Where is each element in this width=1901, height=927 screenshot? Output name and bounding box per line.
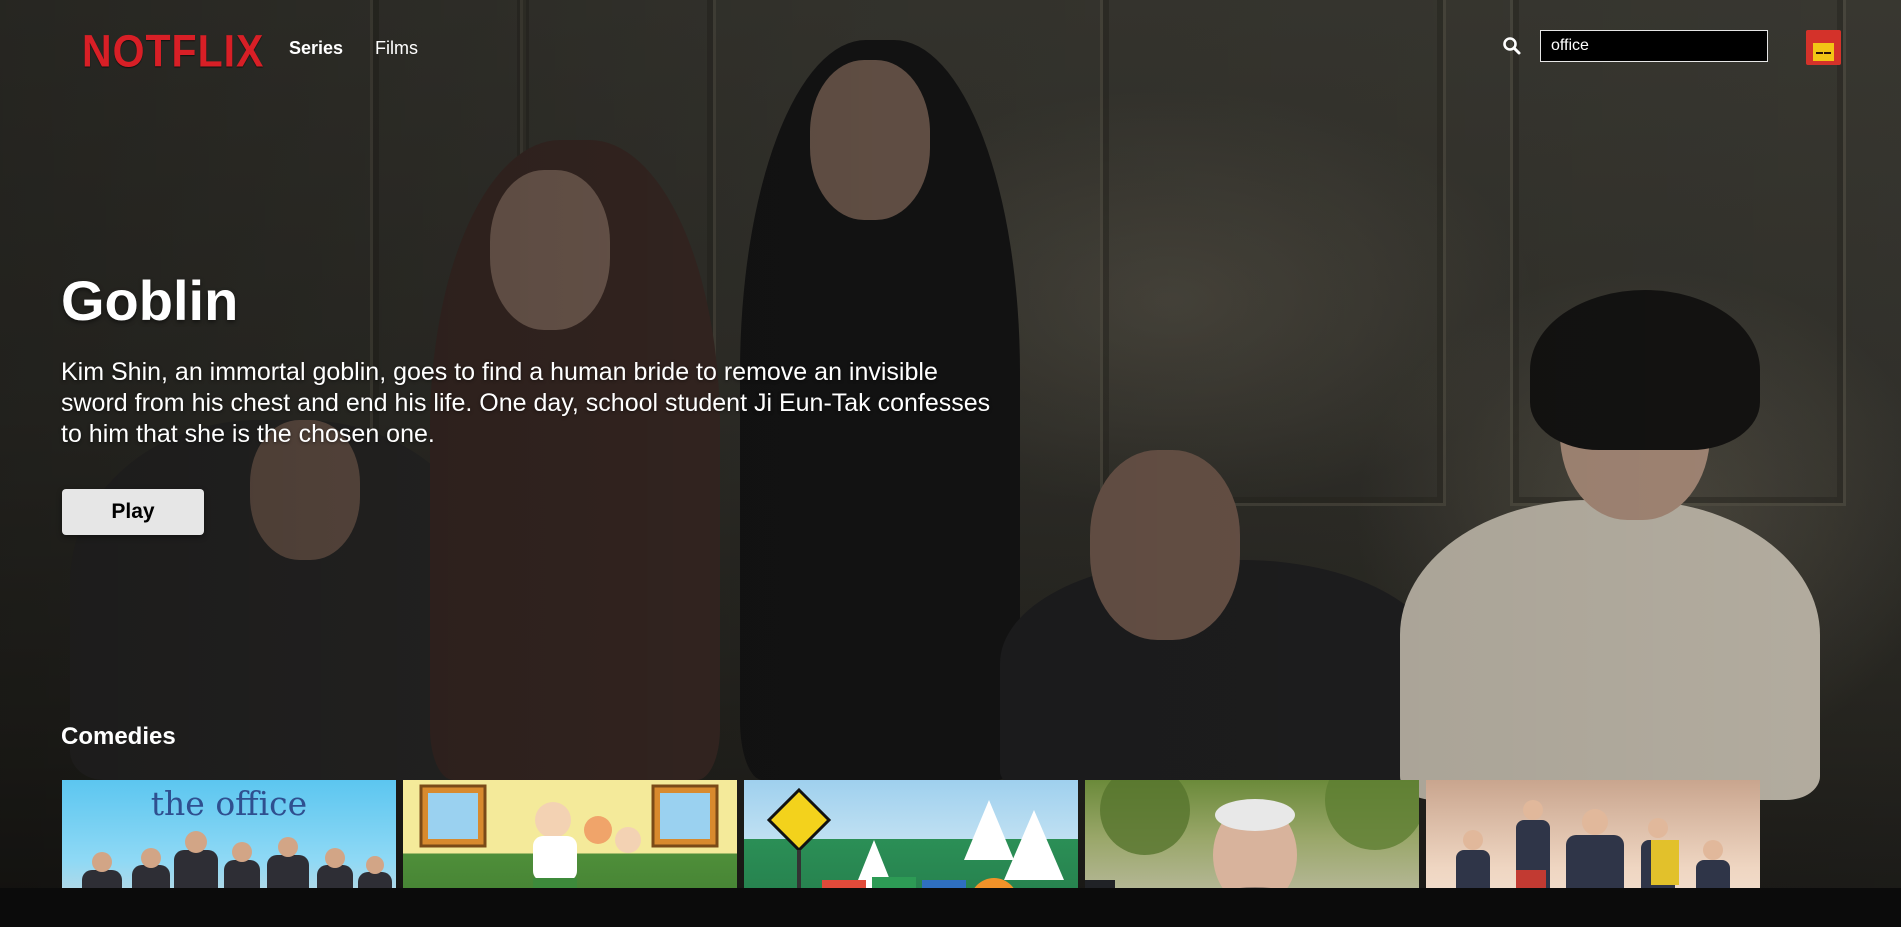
hero-title: Goblin <box>61 269 239 332</box>
bottom-bar <box>0 888 1901 927</box>
row-title-comedies: Comedies <box>61 723 176 750</box>
play-button[interactable]: Play <box>62 489 204 535</box>
nav-link-series[interactable]: Series <box>289 38 343 59</box>
search-icon[interactable] <box>1502 36 1522 56</box>
hero-description: Kim Shin, an immortal goblin, goes to fi… <box>61 358 991 448</box>
search-input[interactable] <box>1540 30 1768 62</box>
avatar-face <box>1813 43 1834 61</box>
avatar-eye <box>1824 52 1831 54</box>
avatar-eye <box>1816 52 1823 54</box>
brand-logo[interactable]: NOTFLIX <box>82 26 264 78</box>
profile-avatar[interactable] <box>1806 30 1841 65</box>
top-nav: NOTFLIX Series Films <box>0 0 1901 96</box>
nav-link-films[interactable]: Films <box>375 38 418 59</box>
